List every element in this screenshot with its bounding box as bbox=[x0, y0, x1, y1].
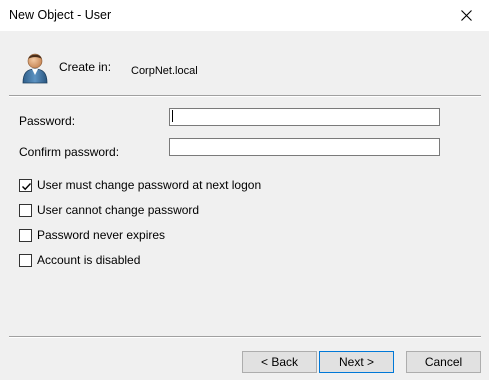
close-button[interactable] bbox=[443, 0, 489, 31]
text-caret bbox=[172, 110, 173, 122]
title-bar: New Object - User bbox=[0, 0, 489, 31]
window-title: New Object - User bbox=[9, 8, 112, 22]
cannot-change-password-label: User cannot change password bbox=[37, 203, 200, 217]
cancel-button[interactable]: Cancel bbox=[406, 351, 481, 373]
option-password-never-expires[interactable]: Password never expires bbox=[19, 228, 165, 242]
confirm-password-field[interactable] bbox=[169, 138, 440, 156]
option-account-disabled[interactable]: Account is disabled bbox=[19, 253, 140, 267]
option-cannot-change-password[interactable]: User cannot change password bbox=[19, 203, 199, 217]
footer-divider bbox=[9, 336, 481, 338]
must-change-password-label: User must change password at next logon bbox=[37, 178, 262, 192]
new-user-dialog: New Object - User Create in: CorpNet.loc… bbox=[0, 0, 489, 380]
password-field[interactable] bbox=[169, 108, 440, 126]
back-button[interactable]: < Back bbox=[242, 351, 317, 373]
password-label: Password: bbox=[19, 114, 76, 128]
user-icon bbox=[21, 50, 49, 84]
dialog-header: Create in: CorpNet.local bbox=[0, 31, 489, 95]
checkmark-icon bbox=[22, 182, 32, 190]
password-never-expires-label: Password never expires bbox=[37, 228, 166, 242]
close-icon bbox=[460, 10, 472, 21]
account-disabled-label: Account is disabled bbox=[37, 253, 141, 267]
cannot-change-password-checkbox[interactable] bbox=[19, 203, 32, 217]
confirm-password-label: Confirm password: bbox=[19, 145, 120, 159]
header-divider bbox=[9, 95, 481, 97]
password-never-expires-checkbox[interactable] bbox=[19, 228, 32, 242]
create-in-label: Create in: bbox=[59, 60, 112, 74]
must-change-password-checkbox[interactable] bbox=[19, 178, 32, 192]
next-button[interactable]: Next > bbox=[319, 351, 394, 373]
account-disabled-checkbox[interactable] bbox=[19, 253, 32, 267]
create-in-value: CorpNet.local bbox=[131, 65, 198, 77]
option-must-change-password[interactable]: User must change password at next logon bbox=[19, 178, 261, 192]
